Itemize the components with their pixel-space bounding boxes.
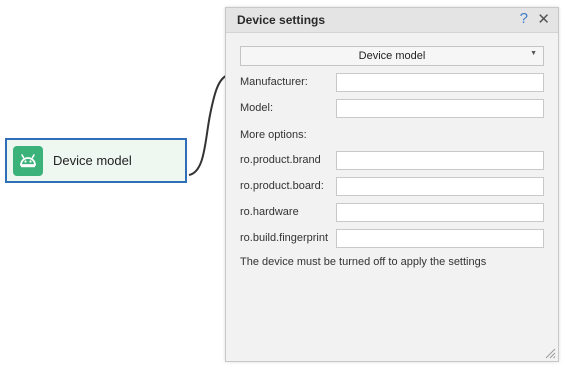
product-board-label: ro.product.board:	[240, 180, 324, 192]
product-board-field[interactable]	[336, 177, 544, 196]
product-brand-label: ro.product.brand	[240, 154, 321, 166]
build-fingerprint-field[interactable]	[336, 229, 544, 248]
panel-title: Device settings	[237, 13, 326, 27]
device-model-dropdown[interactable]: Device model ▼	[240, 46, 544, 66]
hardware-label: ro.hardware	[240, 206, 299, 218]
manufacturer-field[interactable]	[336, 73, 544, 92]
panel-header: Device settings ? ✕	[226, 8, 558, 33]
model-field[interactable]	[336, 99, 544, 118]
node-label: Device model	[53, 153, 132, 168]
android-icon	[13, 146, 43, 176]
help-icon[interactable]: ?	[520, 10, 528, 27]
close-icon[interactable]: ✕	[537, 10, 550, 28]
chevron-down-icon: ▼	[530, 50, 537, 57]
settings-note: The device must be turned off to apply t…	[240, 256, 487, 268]
model-label: Model:	[240, 102, 274, 114]
resize-grip-icon[interactable]	[544, 347, 556, 359]
build-fingerprint-label: ro.build.fingerprint	[240, 232, 329, 244]
hardware-field[interactable]	[336, 203, 544, 222]
canvas: Device model Device settings ? ✕ Device …	[0, 0, 568, 369]
action-node[interactable]: Device model	[5, 138, 187, 183]
dropdown-value: Device model	[358, 50, 426, 62]
device-settings-panel: Device settings ? ✕ Device model ▼ Manuf…	[225, 7, 559, 362]
manufacturer-label: Manufacturer:	[240, 76, 308, 88]
product-brand-field[interactable]	[336, 151, 544, 170]
more-options-label: More options:	[240, 129, 307, 141]
